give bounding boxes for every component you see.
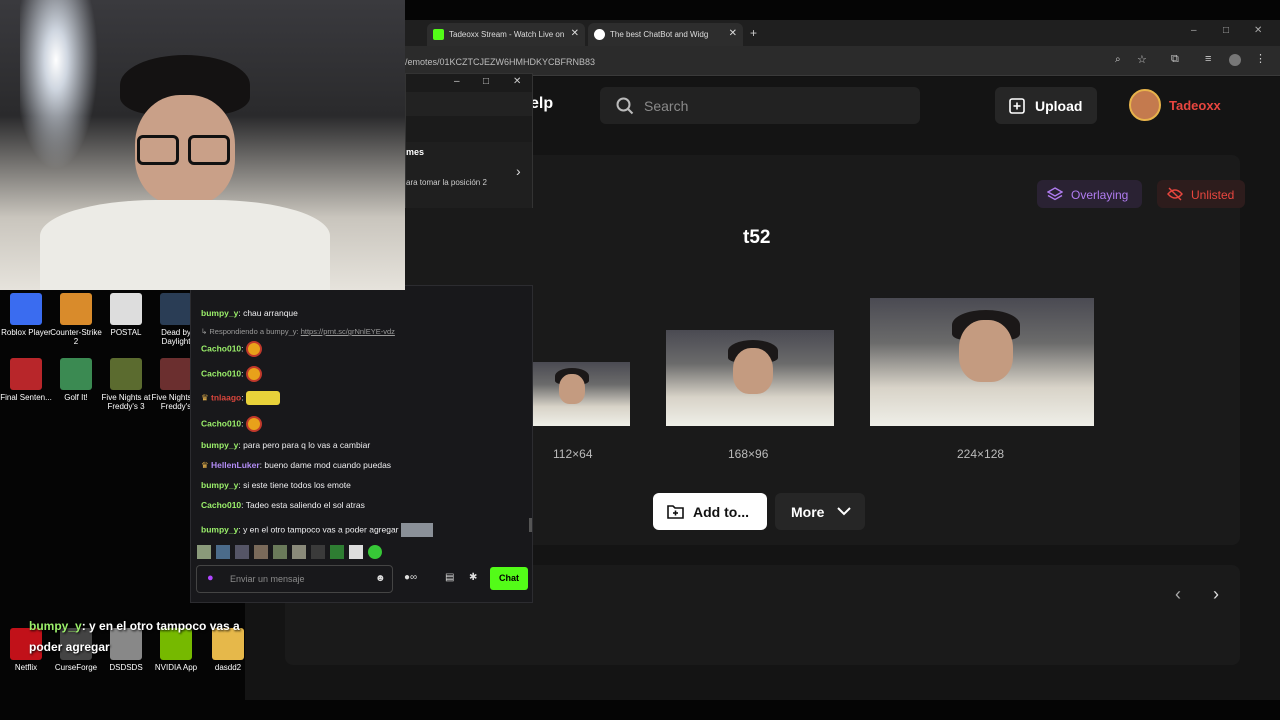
final-sentence-icon [10, 358, 42, 390]
emote-name: t52 [743, 227, 771, 248]
add-to-button[interactable]: Add to... [653, 493, 767, 530]
chat-emote [245, 341, 262, 357]
emote-preview-medium [666, 330, 834, 426]
username[interactable]: Tadeoxx [1169, 98, 1221, 113]
chat-message: bumpy_y: si este tiene todos los emote [201, 480, 351, 490]
overlay-item[interactable] [406, 142, 532, 208]
more-button[interactable]: More [775, 493, 865, 530]
new-tab-icon[interactable]: + [750, 26, 757, 40]
chat-message: Cacho010: [201, 341, 262, 357]
roblox-icon [10, 293, 42, 325]
extensions-icon[interactable]: ⧉ [1171, 53, 1179, 66]
chat-emote [245, 416, 262, 432]
microphone-icon[interactable]: ● [207, 572, 214, 584]
tab-botrix[interactable]: The best ChatBot and Widg ✕ [588, 23, 743, 46]
chat-emote [245, 391, 280, 405]
kick-icon [433, 29, 444, 40]
size-label-medium: 168×96 [728, 447, 769, 461]
points-icon[interactable]: ●∞ [404, 572, 417, 583]
desktop-icon-golf-it[interactable]: Golf It! [50, 358, 102, 402]
chat-message: bumpy_y: chau arranque [201, 308, 298, 318]
search-input[interactable]: Search [600, 87, 920, 124]
stream-chat-overlay: bumpy_y: y en el otro tampoco vas a pode… [29, 619, 240, 654]
desktop-icon-final-sentence[interactable]: Final Senten... [0, 358, 52, 402]
tab-kick-stream[interactable]: Tadeoxx Stream - Watch Live on ✕ [427, 23, 585, 46]
size-label-large: 224×128 [957, 447, 1005, 461]
close-window-icon[interactable]: ✕ [1254, 25, 1262, 36]
chat-window: bumpy_y: chau arranque ↳ Respondiendo a … [190, 285, 533, 603]
desktop-icon-postal[interactable]: POSTAL [100, 293, 152, 337]
emote-preview-large [870, 298, 1094, 426]
chat-input[interactable]: ● Enviar un mensaje ☻ [196, 565, 393, 593]
close-tab-icon[interactable]: ✕ [571, 28, 579, 39]
chat-emote [400, 523, 433, 537]
tag-overlaying: Overlaying [1037, 180, 1142, 208]
chat-emote [245, 366, 262, 382]
chat-message: Cacho010: [201, 416, 262, 432]
chevron-down-icon [837, 507, 851, 516]
settings-gear-icon[interactable]: ✱ [469, 572, 477, 583]
search-icon [616, 97, 634, 115]
chevron-left-icon[interactable]: ‹ [1175, 584, 1181, 605]
overlay-close-icon[interactable]: ✕ [513, 76, 521, 87]
upload-button[interactable]: Upload [995, 87, 1097, 124]
media-icon[interactable]: ≡ [1205, 53, 1211, 65]
chevron-right-icon[interactable]: › [1213, 584, 1219, 605]
chat-reply-context: ↳ Respondiendo a bumpy_y: https://prnt.s… [201, 327, 395, 336]
zoom-icon[interactable]: ⌕ [1115, 54, 1121, 65]
crown-badge-icon: ♛ [201, 392, 209, 403]
upload-plus-icon [1009, 98, 1025, 114]
tag-unlisted: Unlisted [1157, 180, 1245, 208]
counter-strike-icon [60, 293, 92, 325]
emoji-icon[interactable]: ☻ [375, 573, 386, 584]
botrix-icon [594, 29, 605, 40]
nav-help[interactable]: elp [530, 95, 553, 113]
fnaf3-icon [110, 358, 142, 390]
menu-icon[interactable]: ⋮ [1255, 52, 1266, 65]
chat-message: bumpy_y: para pero para q lo vas a cambi… [201, 440, 371, 450]
chat-message: ♛ HellenLuker: bueno dame mod cuando pue… [201, 460, 392, 470]
chat-scrollbar[interactable] [529, 518, 532, 532]
webcam-feed [0, 0, 405, 290]
chat-message: Cacho010: Tadeo esta saliendo el sol atr… [201, 500, 365, 510]
desktop-icon-fnaf3[interactable]: Five Nights at Freddy's 3 [100, 358, 152, 411]
folder-plus-icon [667, 505, 684, 519]
postal-icon [110, 293, 142, 325]
crown-badge-icon: ♛ [201, 460, 209, 470]
chevron-right-icon[interactable]: › [516, 163, 521, 179]
chat-send-button[interactable]: Chat [490, 567, 528, 590]
close-tab-icon[interactable]: ✕ [729, 28, 737, 39]
desktop-icon-roblox[interactable]: Roblox Player [0, 293, 52, 337]
emote-preview-small [533, 362, 630, 426]
desktop-icon-cs2[interactable]: Counter-Strike 2 [50, 293, 102, 346]
maximize-icon[interactable]: □ [1223, 25, 1229, 36]
avatar[interactable] [1129, 89, 1161, 121]
eye-off-icon [1167, 187, 1183, 201]
layers-icon [1047, 187, 1063, 201]
profile-icon[interactable] [1229, 54, 1241, 66]
store-icon[interactable]: ▤ [445, 572, 454, 583]
overlay-maximize-icon[interactable]: □ [483, 76, 489, 87]
emote-picker-strip[interactable] [197, 545, 382, 559]
chat-message: ♛ tnlaago: [201, 391, 280, 405]
size-label-small: 112×64 [553, 447, 593, 461]
chat-message: bumpy_y: y en el otro tampoco vas a pode… [201, 523, 433, 537]
chat-message: Cacho010: [201, 366, 262, 382]
overlay-window: – □ ✕ mes ara tomar la posición 2 › [405, 73, 533, 208]
golf-it-icon [60, 358, 92, 390]
fnaf-icon [160, 358, 192, 390]
reply-link[interactable]: https://prnt.sc/grNnlEYE-vdz [301, 327, 395, 336]
overlay-minimize-icon[interactable]: – [454, 76, 460, 87]
minimize-icon[interactable]: – [1191, 25, 1197, 36]
bookmark-star-icon[interactable]: ☆ [1137, 53, 1147, 66]
dead-by-daylight-icon [160, 293, 192, 325]
